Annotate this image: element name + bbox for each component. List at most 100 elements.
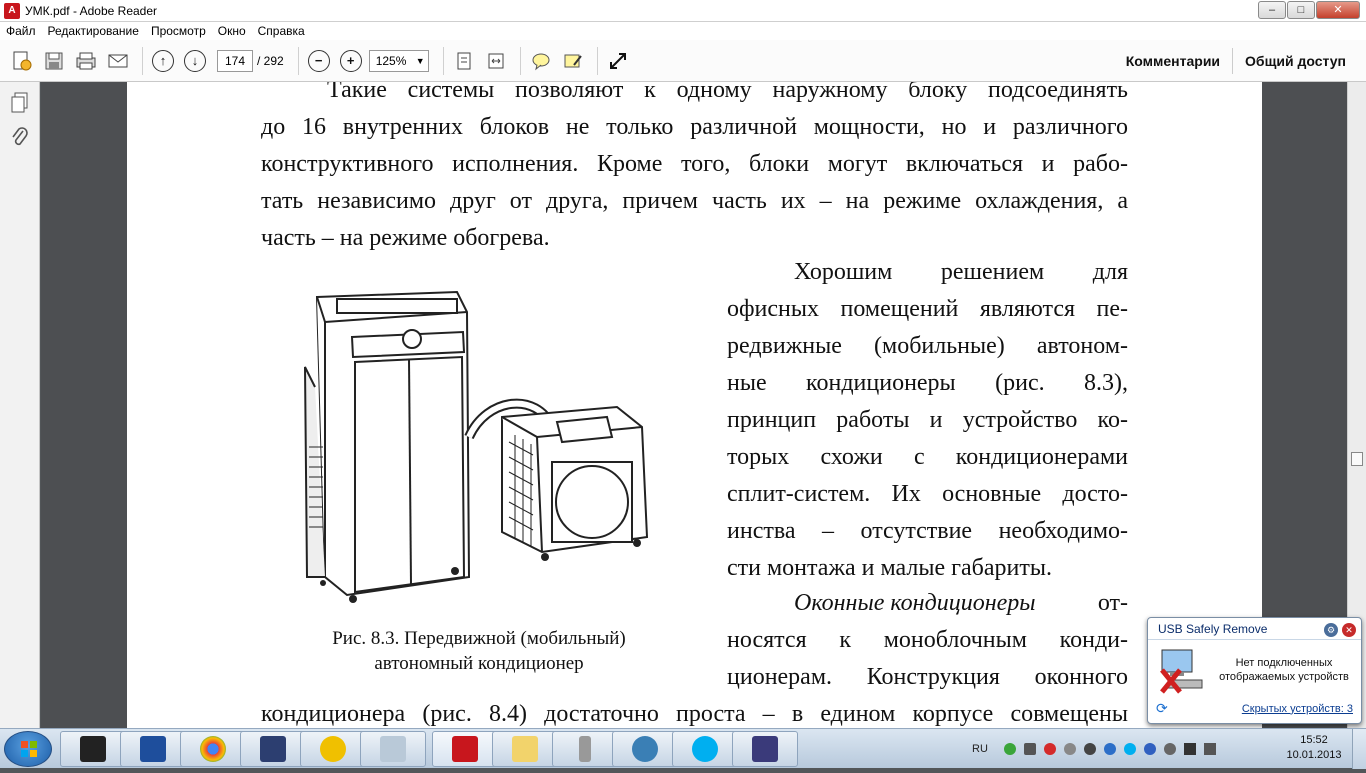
pen-icon [752, 736, 778, 762]
minus-icon: − [307, 49, 330, 72]
plus-icon: + [339, 49, 362, 72]
figure-caption: Рис. 8.3. Передвижной (мобильный) [332, 628, 626, 649]
paragraph-line: кондиционера (рис. 8.4) достаточно прост… [261, 701, 1128, 727]
close-button[interactable]: ✕ [1316, 1, 1360, 19]
page-number-input[interactable]: 174 [217, 49, 253, 72]
fit-width-button[interactable] [482, 47, 510, 75]
paragraph-line: носятся к моноблочным конди- [727, 627, 1128, 653]
windows-logo-icon [21, 741, 37, 757]
taskbar-app-scanner[interactable] [60, 731, 126, 767]
window-controls: – □ ✕ [1257, 1, 1360, 19]
taskbar-app-calculator[interactable] [360, 731, 426, 767]
taskbar-app-save[interactable] [240, 731, 306, 767]
taskbar-app-word[interactable] [120, 731, 186, 767]
scrollbar-thumb[interactable] [1351, 452, 1363, 466]
maximize-button[interactable]: □ [1287, 1, 1315, 19]
taskbar-app-folders[interactable] [492, 731, 558, 767]
paragraph-line: тать независимо друг от друга, причем ча… [261, 188, 1128, 214]
word-icon [140, 736, 166, 762]
paragraph-line: до 16 внутренних блоков не только различ… [261, 114, 1128, 140]
popup-footer: ⟳ Скрытых устройств: 3 [1156, 700, 1353, 717]
comments-pane-button[interactable]: Комментарии [1114, 53, 1232, 69]
figure-caption: автономный кондиционер [374, 653, 584, 674]
tray-network-icon[interactable] [1183, 743, 1196, 755]
taskbar-app-editor[interactable] [732, 731, 798, 767]
menu-view[interactable]: Просмотр [145, 24, 212, 38]
tray-help-icon[interactable] [1103, 743, 1116, 755]
folders-icon [512, 736, 538, 762]
taskbar-app-skype[interactable] [672, 731, 738, 767]
italic-term: Оконные кондиционеры [794, 590, 1036, 616]
taskbar: RU 15:52 10.01.2013 [0, 728, 1366, 769]
paragraph-line: конструктивного исполнения. Кроме того, … [261, 151, 1128, 177]
paragraph-line: ционерам. Конструкция оконного [727, 664, 1128, 690]
taskbar-app-adobe-reader[interactable] [432, 731, 498, 767]
triangle-icon [320, 736, 346, 762]
toolbar-separator [442, 46, 444, 75]
paragraph-line: Оконные кондиционеры от- [794, 585, 1128, 622]
usb-safely-remove-popup[interactable]: USB Safely Remove ⚙ ✕ Нет подключенных о… [1147, 617, 1362, 724]
settings-icon[interactable]: ⚙ [1324, 623, 1338, 637]
zoom-select[interactable]: 125% ▼ [368, 49, 429, 72]
calculator-icon [380, 736, 406, 762]
tray-check-icon[interactable] [1003, 743, 1016, 755]
show-desktop-button[interactable] [1352, 729, 1366, 769]
paragraph-line: принцип работы и устройство ко- [727, 407, 1128, 433]
taskbar-app-media[interactable] [612, 731, 678, 767]
popup-controls: ⚙ ✕ [1320, 623, 1356, 637]
taskbar-app-phone[interactable] [552, 731, 618, 767]
menu-window[interactable]: Окно [212, 24, 252, 38]
attachments-button[interactable] [8, 124, 32, 150]
tray-lock-icon[interactable] [1023, 743, 1036, 755]
zoom-in-button[interactable]: + [337, 47, 365, 75]
tray-bluetooth-icon[interactable] [1143, 743, 1156, 755]
air-conditioner-illustration [304, 290, 649, 603]
save-button[interactable] [40, 47, 68, 75]
comment-button[interactable] [527, 47, 555, 75]
print-button[interactable] [72, 47, 100, 75]
share-pane-button[interactable]: Общий доступ [1233, 53, 1358, 69]
fit-page-button[interactable] [450, 47, 478, 75]
language-indicator[interactable]: RU [972, 743, 988, 755]
paragraph-line: сплит-систем. Их основные досто- [727, 481, 1128, 507]
page-thumbnails-button[interactable] [8, 90, 32, 116]
close-icon[interactable]: ✕ [1342, 623, 1356, 637]
window-title: УМК.pdf - Adobe Reader [25, 3, 158, 18]
clock[interactable]: 15:52 10.01.2013 [1284, 733, 1344, 763]
zoom-out-button[interactable]: − [305, 47, 333, 75]
paragraph-line: сти монтажа и малые габариты. [727, 555, 1052, 581]
tray-power-icon[interactable] [1083, 743, 1096, 755]
refresh-icon[interactable]: ⟳ [1156, 700, 1168, 717]
paperclip-icon [12, 127, 28, 146]
zoom-value: 125% [375, 53, 407, 68]
prev-page-button[interactable]: ↑ [149, 47, 177, 75]
tray-usb-icon[interactable] [1163, 743, 1176, 755]
hidden-devices-link[interactable]: Скрытых устройств: 3 [1242, 703, 1353, 715]
paragraph-line: инства – отсутствие необходимо- [727, 518, 1128, 544]
fullscreen-button[interactable] [604, 47, 632, 75]
menu-edit[interactable]: Редактирование [42, 24, 145, 38]
tray-alert-icon[interactable] [1043, 743, 1056, 755]
start-button[interactable] [4, 731, 52, 767]
highlight-button[interactable] [559, 47, 587, 75]
speech-bubble-icon [532, 53, 550, 70]
minimize-button[interactable]: – [1258, 1, 1286, 19]
tray-volume-icon[interactable] [1203, 743, 1216, 755]
menu-bar: Файл Редактирование Просмотр Окно Справк… [0, 22, 1366, 40]
tray-skype-icon[interactable] [1123, 743, 1136, 755]
printer-icon [76, 52, 96, 69]
email-button[interactable] [104, 47, 132, 75]
next-page-button[interactable]: ↓ [181, 47, 209, 75]
create-pdf-button[interactable] [8, 47, 36, 75]
popup-message: Нет подключенных отображаемых устройств [1219, 657, 1349, 683]
taskbar-app-daemon[interactable] [300, 731, 366, 767]
navigation-panel [0, 82, 40, 728]
paragraph-line: офисных помещений являются пе- [727, 296, 1128, 322]
taskbar-app-chrome[interactable] [180, 731, 246, 767]
pages-icon [11, 92, 28, 113]
clock-date: 10.01.2013 [1286, 749, 1342, 761]
tray-pen-icon[interactable] [1063, 743, 1076, 755]
menu-help[interactable]: Справка [252, 24, 311, 38]
pdf-page: Такие системы позволяют к одному наружно… [127, 82, 1262, 728]
menu-file[interactable]: Файл [0, 24, 42, 38]
